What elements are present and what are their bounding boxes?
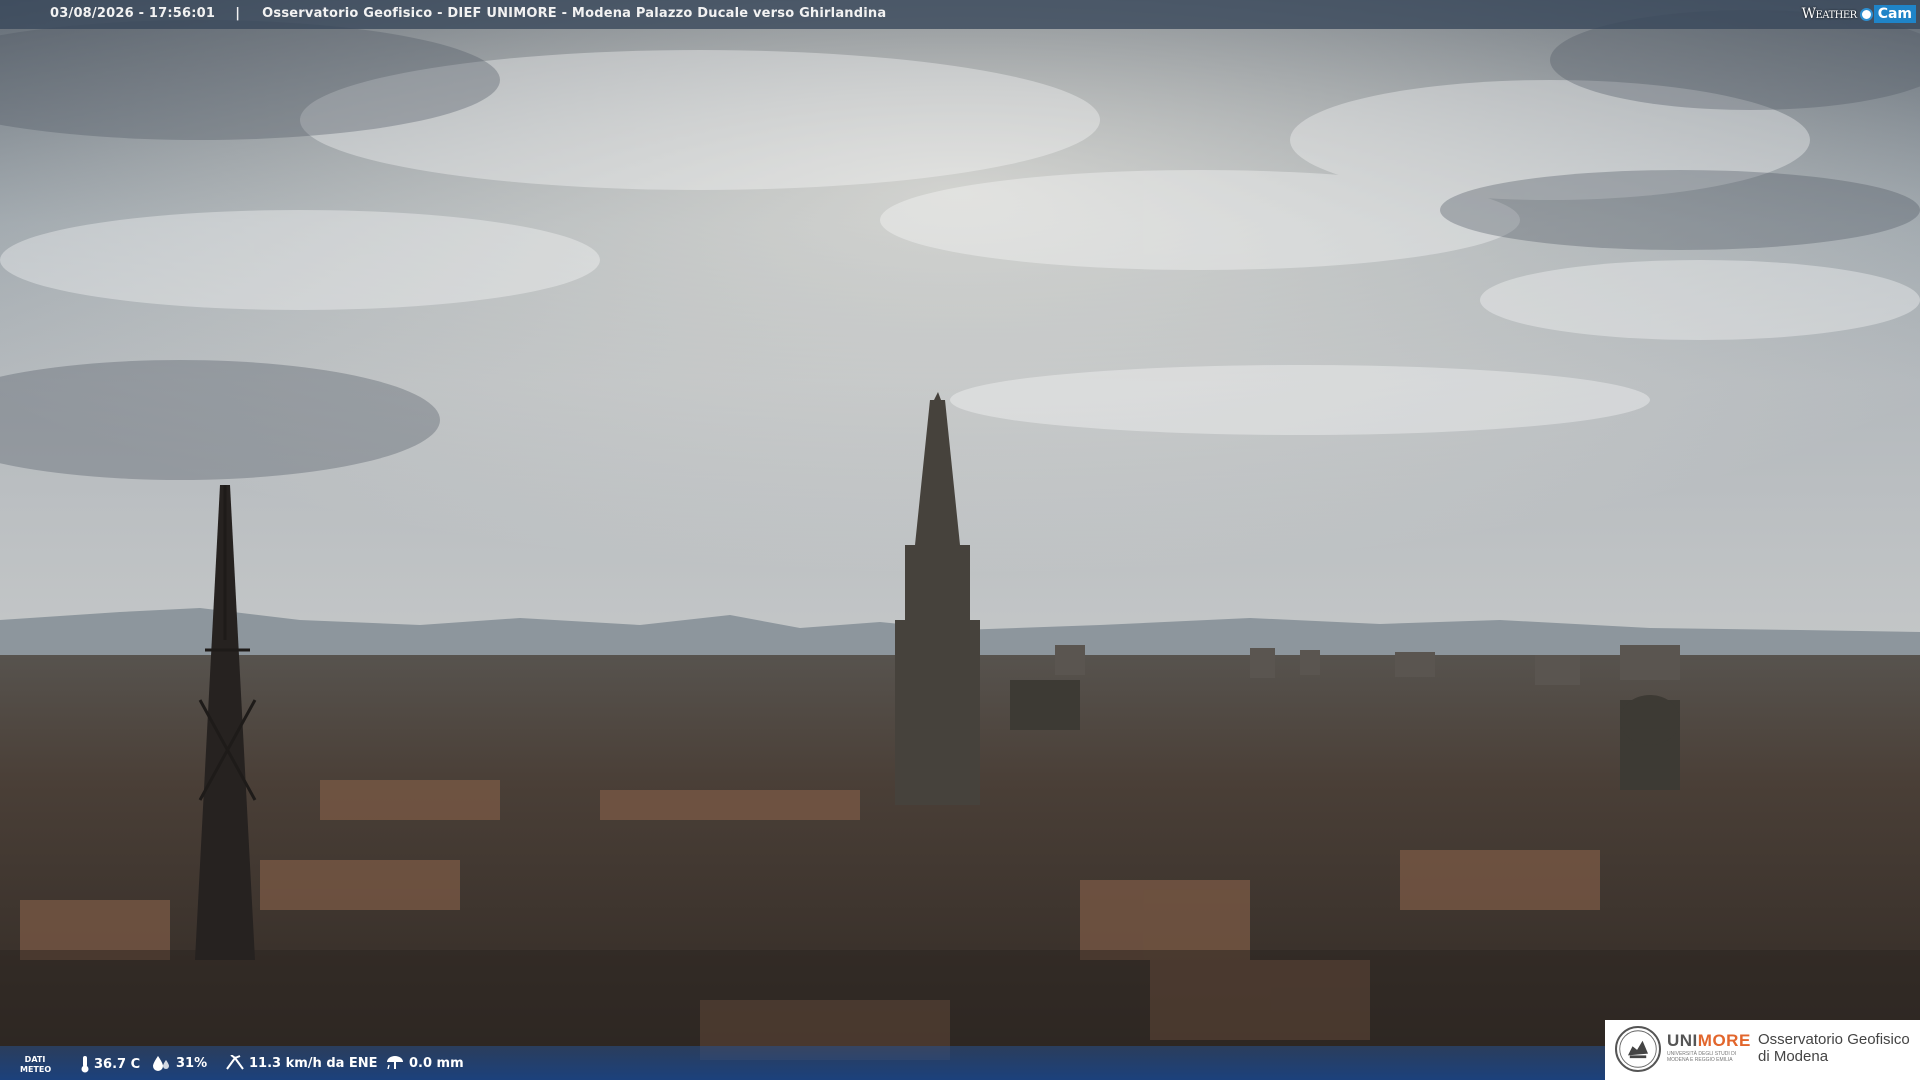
weathercam-logo: Weather Cam: [1802, 3, 1916, 25]
observatory-name-line2: di Modena: [1758, 1048, 1829, 1065]
observatory-name-line1: Osservatorio Geofisico: [1758, 1031, 1910, 1048]
temperature-reading: 36.7 C: [80, 1055, 140, 1073]
thermometer-icon: [81, 1056, 89, 1073]
title-separator: |: [235, 6, 241, 21]
university-seal-icon: [1615, 1026, 1661, 1072]
unimore-subtitle: UNIVERSITÀ DEGLI STUDI DI MODENA E REGGI…: [1667, 1051, 1737, 1063]
unimore-logo-box: UNIMORE UNIVERSITÀ DEGLI STUDI DI MODENA…: [1605, 1020, 1920, 1080]
humidity-drop-icon: [153, 1056, 169, 1071]
weathercam-logo-weather: Weather: [1801, 6, 1858, 22]
weathercam-dot-icon: [1859, 7, 1873, 21]
top-info-text: 03/08/2026 - 17:56:01 | Osservatorio Geofi…: [50, 6, 886, 21]
wind-value: 11.3 km/h da ENE: [249, 1055, 378, 1071]
rain-gauge-icon: [387, 1056, 403, 1070]
unimore-wordmark-right: MORE: [1697, 1031, 1751, 1050]
observatory-name: Osservatorio Geofisico di Modena: [1758, 1031, 1910, 1065]
humidity-reading: 31%: [152, 1055, 207, 1071]
timestamp: 03/08/2026 - 17:56:01: [50, 6, 216, 21]
rain-reading: 0.0 mm: [385, 1055, 464, 1071]
camera-title: Osservatorio Geofisico - DIEF UNIMORE - …: [262, 6, 887, 21]
unimore-wordmark-left: UNI: [1667, 1031, 1698, 1050]
meteo-label-line2: METEO: [20, 1065, 52, 1074]
humidity-value: 31%: [176, 1055, 208, 1071]
meteo-label-line1: DATI: [24, 1055, 46, 1064]
wind-icon: [226, 1055, 244, 1070]
rain-value: 0.0 mm: [409, 1055, 464, 1071]
webcam-image: [0, 0, 1920, 1080]
meteo-label: DATI METEO: [20, 1055, 52, 1075]
temperature-value: 36.7 C: [94, 1056, 141, 1072]
unimore-wordmark: UNIMORE: [1667, 1031, 1751, 1051]
weathercam-logo-cam: Cam: [1873, 5, 1916, 23]
wind-reading: 11.3 km/h da ENE: [225, 1055, 378, 1071]
